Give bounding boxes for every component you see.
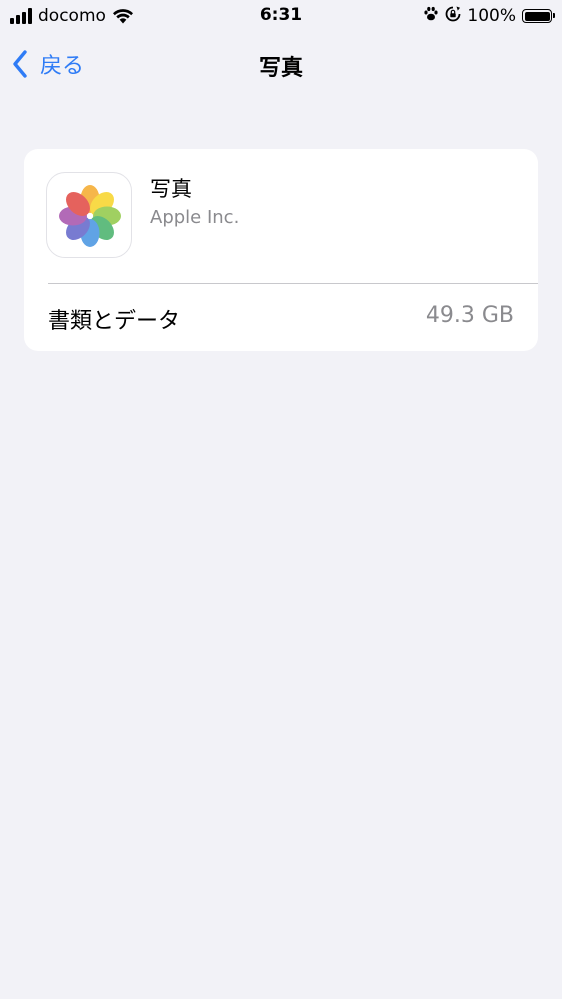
photos-app-icon [46, 172, 132, 258]
app-storage-card: 写真 Apple Inc. 書類とデータ 49.3 GB [24, 149, 538, 351]
documents-and-data-size: 49.3 GB [425, 303, 514, 328]
app-info-row: 写真 Apple Inc. [24, 149, 538, 283]
app-name: 写真 [150, 177, 192, 201]
battery-level-fill [524, 11, 550, 21]
paw-icon [423, 6, 439, 26]
navigation-bar: 戻る 写真 [0, 36, 562, 92]
page-title: 写真 [258, 56, 303, 81]
status-bar: docomo 6:31 100% [0, 0, 562, 32]
status-bar-right: 100% [423, 5, 555, 27]
battery-percentage: 100% [467, 6, 516, 26]
documents-and-data-label: 書類とデータ [48, 309, 181, 334]
battery-icon [522, 9, 555, 23]
app-developer: Apple Inc. [150, 207, 240, 228]
orientation-lock-icon [445, 6, 461, 26]
documents-and-data-row: 書類とデータ 49.3 GB [24, 284, 538, 351]
